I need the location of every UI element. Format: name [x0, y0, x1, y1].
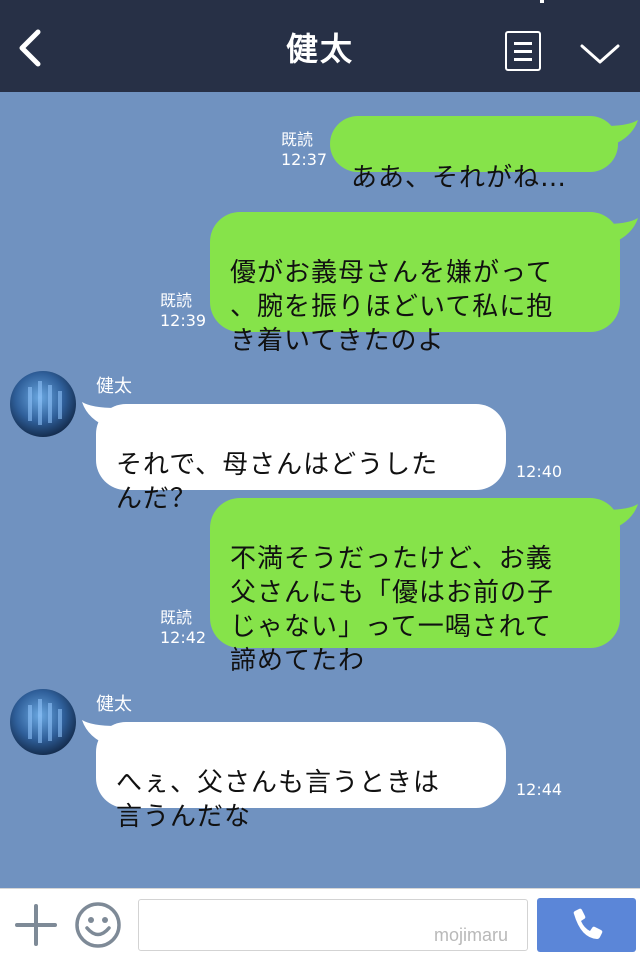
message-time: 12:39: [160, 311, 207, 330]
bubble-tail: [604, 504, 638, 530]
bubble-tail: [604, 120, 638, 146]
chat-footer: mojimaru: [0, 888, 640, 961]
collapse-button[interactable]: [578, 38, 622, 68]
smiley-icon: [75, 902, 121, 948]
contact-avatar[interactable]: [10, 371, 76, 437]
read-receipt: 既読: [281, 130, 314, 149]
message-time: 12:40: [516, 462, 563, 481]
outgoing-message[interactable]: 優がお義母さんを嫌がって 、腕を振りほどいて私に抱 き着いてきたのよ: [210, 212, 620, 356]
message-meta: 既読 12:39: [160, 291, 206, 331]
read-receipt: 既読: [160, 291, 193, 310]
read-receipt: 既読: [160, 608, 193, 627]
add-button[interactable]: [14, 903, 58, 947]
outgoing-message[interactable]: 不満そうだったけど、お義 父さんにも「優はお前の子 じゃない」って一喝されて 諦…: [210, 498, 620, 676]
status-bar-mark: [540, 0, 544, 3]
note-button[interactable]: [505, 31, 541, 71]
message-text: ああ、それがね…: [351, 163, 568, 193]
contact-avatar[interactable]: [10, 689, 76, 755]
plus-icon: [15, 904, 57, 946]
message-text: 優がお義母さんを嫌がって 、腕を振りほどいて私に抱 き着いてきたのよ: [230, 258, 554, 356]
bubble-tail: [604, 218, 638, 244]
call-button[interactable]: [537, 898, 636, 952]
message-meta: 既読 12:37: [281, 130, 327, 170]
chat-header: 健太: [0, 0, 640, 92]
note-icon-line: [514, 42, 532, 45]
message-text: へぇ、父さんも言うときは 言うんだな: [116, 768, 441, 832]
sender-name: 健太: [96, 694, 132, 715]
sender-name: 健太: [96, 376, 132, 397]
chat-area[interactable]: 既読 12:37 ああ、それがね… 既読 12:39 優がお義母さんを嫌がって …: [0, 92, 640, 888]
note-icon-line: [514, 58, 532, 61]
outgoing-message[interactable]: ああ、それがね…: [330, 116, 618, 193]
message-meta: 既読 12:42: [160, 608, 206, 648]
watermark: mojimaru: [434, 925, 509, 945]
note-icon-line: [514, 50, 532, 53]
message-time: 12:44: [516, 780, 563, 799]
emoji-button[interactable]: [74, 901, 122, 949]
incoming-message[interactable]: それで、母さんはどうした んだ？: [96, 404, 506, 514]
phone-icon: [573, 908, 603, 939]
chevron-down-icon: [580, 44, 620, 64]
message-time: 12:42: [160, 628, 207, 647]
message-text: 不満そうだったけど、お義 父さんにも「優はお前の子 じゃない」って一喝されて 諦…: [230, 544, 555, 676]
chat-title: 健太: [285, 30, 354, 68]
incoming-message[interactable]: へぇ、父さんも言うときは 言うんだな: [96, 722, 506, 832]
message-time: 12:37: [281, 150, 328, 169]
